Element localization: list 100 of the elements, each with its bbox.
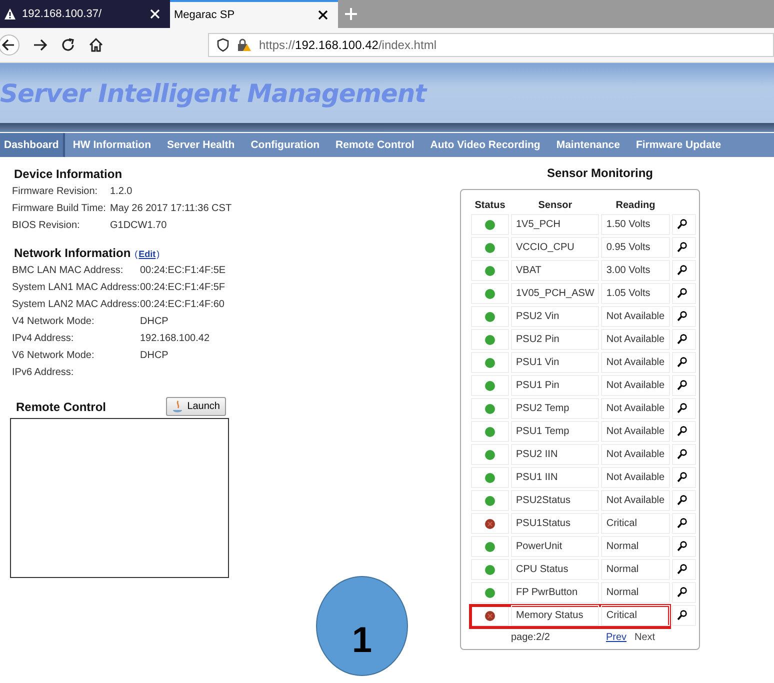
status-dot-icon xyxy=(485,380,495,390)
parenthesis: ( xyxy=(134,249,138,259)
search-icon[interactable] xyxy=(676,242,687,253)
section-heading: Remote Control xyxy=(16,400,106,414)
close-icon[interactable] xyxy=(318,10,328,20)
table-cell: PSU1Status xyxy=(511,513,600,534)
plus-icon[interactable] xyxy=(344,7,358,21)
table-cell: PSU2 Pin xyxy=(511,329,600,350)
status-dot-icon xyxy=(485,588,495,598)
status-dot-icon xyxy=(485,288,495,298)
search-icon[interactable] xyxy=(676,403,687,414)
prev-link[interactable]: Prev xyxy=(606,632,626,643)
table-cell: PowerUnit xyxy=(511,536,600,557)
forward-icon[interactable] xyxy=(32,37,48,53)
nav-tab[interactable]: Firmware Update xyxy=(628,133,730,157)
section-heading: Device Information xyxy=(14,167,122,181)
search-icon[interactable] xyxy=(676,380,687,391)
table-cell: Normal xyxy=(601,582,670,603)
table-cell: Not Available xyxy=(601,375,670,396)
search-icon[interactable] xyxy=(676,564,687,575)
status-dot-icon xyxy=(485,472,495,482)
url-text: https://192.168.100.42/index.html xyxy=(259,38,436,52)
search-icon[interactable] xyxy=(676,518,687,529)
page-indicator: page:2/2 xyxy=(511,632,550,643)
field-label: Firmware Revision: xyxy=(12,185,99,198)
table-cell: 1V05_PCH_ASW xyxy=(511,283,600,304)
search-icon[interactable] xyxy=(676,495,687,506)
home-icon[interactable] xyxy=(88,37,104,53)
search-icon[interactable] xyxy=(676,610,687,621)
table-cell: PSU1 Pin xyxy=(511,375,600,396)
field-label: V6 Network Mode: xyxy=(12,349,96,362)
field-value: 192.168.100.42 xyxy=(140,332,211,345)
nav-tab[interactable]: Dashboard xyxy=(0,133,65,157)
search-icon[interactable] xyxy=(676,219,687,230)
search-icon[interactable] xyxy=(676,426,687,437)
field-label: IPv4 Address: xyxy=(12,332,75,345)
field-value: DHCP xyxy=(140,315,170,328)
table-cell: Not Available xyxy=(601,421,670,442)
parenthesis: ) xyxy=(156,249,160,259)
table-cell: Memory Status xyxy=(511,605,600,626)
nav-tab[interactable]: Maintenance xyxy=(548,133,628,157)
shield-icon xyxy=(217,38,229,52)
table-cell: VCCIO_CPU xyxy=(511,237,600,258)
field-label: Firmware Build Time: xyxy=(12,202,107,215)
search-icon[interactable] xyxy=(676,541,687,552)
status-dot-icon xyxy=(485,542,495,552)
section-heading: Sensor Monitoring xyxy=(546,166,654,180)
field-label: BIOS Revision: xyxy=(12,219,81,232)
table-cell: Critical xyxy=(601,513,670,534)
field-value: May 26 2017 17:11:36 CST xyxy=(110,202,233,215)
field-value: 1.2.0 xyxy=(110,185,134,198)
table-cell: Normal xyxy=(601,536,670,557)
nav-tab[interactable]: Auto Video Recording xyxy=(422,133,548,157)
table-cell: 1.05 Volts xyxy=(601,283,670,304)
table-cell: Not Available xyxy=(601,329,670,350)
search-icon[interactable] xyxy=(676,587,687,598)
table-cell: Critical xyxy=(601,605,670,626)
table-cell: 1.50 Volts xyxy=(601,214,670,235)
search-icon[interactable] xyxy=(676,334,687,345)
browser-tab[interactable]: Megarac SP xyxy=(170,0,338,28)
field-value: 00:24:EC:F1:4F:60 xyxy=(140,298,226,311)
status-dot-icon xyxy=(485,496,495,506)
browser-tab[interactable]: 192.168.100.37/ xyxy=(0,0,170,28)
search-icon[interactable] xyxy=(676,265,687,276)
field-value: DHCP xyxy=(140,349,170,362)
back-icon[interactable] xyxy=(0,34,20,56)
nav-tab[interactable]: Remote Control xyxy=(328,133,422,157)
reload-icon[interactable] xyxy=(60,37,76,53)
column-header: Sensor xyxy=(537,198,574,212)
field-label: System LAN1 MAC Address: xyxy=(12,281,140,294)
search-icon[interactable] xyxy=(676,357,687,368)
table-cell: CPU Status xyxy=(511,559,600,580)
table-cell: 3.00 Volts xyxy=(601,260,670,281)
search-icon[interactable] xyxy=(676,288,687,299)
launch-button[interactable]: Launch xyxy=(166,397,226,416)
search-icon[interactable] xyxy=(676,472,687,483)
table-cell: FP PwrButton xyxy=(511,582,600,603)
next-link[interactable]: Next xyxy=(634,632,656,643)
field-value: G1DCW1.70 xyxy=(110,219,168,232)
edit-link[interactable]: Edit xyxy=(138,249,156,259)
search-icon[interactable] xyxy=(676,311,687,322)
nav-tab[interactable]: Server Health xyxy=(159,133,243,157)
table-cell: Not Available xyxy=(601,352,670,373)
status-dot-icon xyxy=(485,564,495,574)
status-dot-icon xyxy=(485,404,495,414)
table-cell: Not Available xyxy=(601,467,670,488)
lock-warning-icon xyxy=(237,38,251,52)
search-icon[interactable] xyxy=(676,449,687,460)
field-label: BMC LAN MAC Address: xyxy=(12,264,124,277)
table-cell: VBAT xyxy=(511,260,600,281)
status-dot-icon xyxy=(485,426,495,436)
address-bar[interactable]: https://192.168.100.42/index.html xyxy=(208,33,774,57)
nav-tab[interactable]: Configuration xyxy=(242,133,328,157)
nav-tab[interactable]: HW Information xyxy=(64,133,159,157)
table-cell: PSU1 Vin xyxy=(511,352,600,373)
table-cell: Not Available xyxy=(601,306,670,327)
table-cell: Not Available xyxy=(601,444,670,465)
field-value: 00:24:EC:F1:4F:5E xyxy=(140,264,227,277)
status-dot-icon xyxy=(485,334,495,344)
status-dot-icon xyxy=(485,312,495,322)
